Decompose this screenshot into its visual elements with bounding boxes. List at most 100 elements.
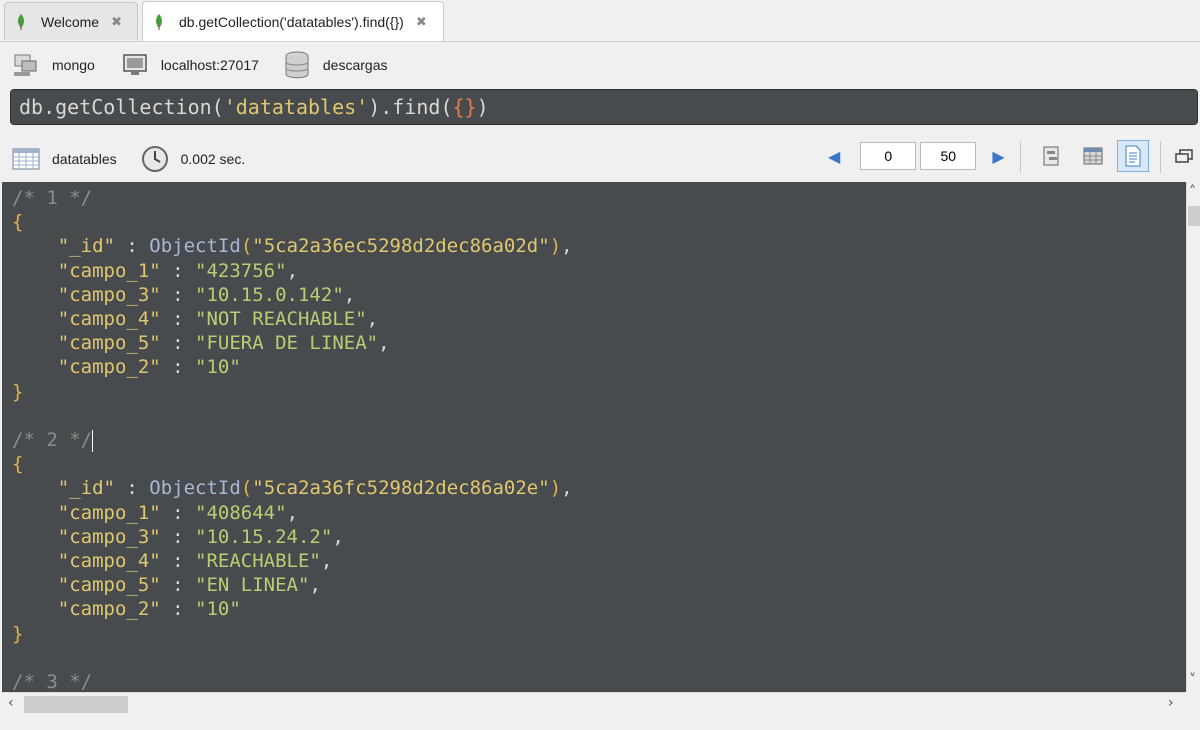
comma: , bbox=[309, 574, 321, 597]
computer-icon bbox=[14, 54, 37, 76]
prev-page-icon[interactable]: ◀ bbox=[828, 147, 840, 166]
restore-window-icon bbox=[1175, 149, 1193, 163]
text-view-button[interactable] bbox=[1117, 140, 1149, 172]
key-separator: : bbox=[160, 525, 196, 548]
mongo-leaf-icon bbox=[156, 13, 162, 30]
shell-info: mongo bbox=[12, 52, 95, 78]
field-value: "10.15.24.2" bbox=[195, 525, 333, 548]
shell-label: mongo bbox=[52, 57, 95, 73]
field-value: "EN LINEA" bbox=[195, 574, 310, 597]
objectid-fn: ObjectId bbox=[149, 477, 241, 500]
field-key: "_id" bbox=[57, 477, 115, 500]
paren: ( bbox=[240, 477, 253, 500]
next-page-icon[interactable]: ▶ bbox=[992, 147, 1004, 166]
key-separator: : bbox=[160, 574, 196, 597]
field-value: "10.15.0.142" bbox=[195, 283, 344, 306]
vertical-scroll-thumb[interactable] bbox=[1188, 206, 1200, 226]
status-bar bbox=[0, 716, 1200, 730]
text-view-icon bbox=[1125, 145, 1141, 167]
table-icon bbox=[12, 148, 40, 170]
tab-query[interactable]: db.getCollection('datatables').find({}) … bbox=[142, 1, 444, 41]
query-editor[interactable]: db.getCollection('datatables').find({}) bbox=[10, 89, 1198, 125]
field-key: "campo_1" bbox=[57, 259, 161, 282]
results-info: datatables 0.002 sec. bbox=[12, 145, 245, 173]
scroll-right-icon[interactable]: › bbox=[1168, 695, 1174, 711]
field-value: "408644" bbox=[195, 501, 287, 524]
scroll-down-icon[interactable]: ˅ bbox=[1189, 672, 1196, 688]
query-suffix: ) bbox=[476, 95, 489, 119]
field-key: "campo_5" bbox=[57, 332, 161, 355]
field-value: "10" bbox=[195, 598, 241, 621]
table-view-icon bbox=[1083, 147, 1103, 165]
connection-bar: mongo localhost:27017 descargas bbox=[0, 42, 1200, 88]
field-key: "campo_3" bbox=[57, 525, 161, 548]
field-value: "5ca2a36ec5298d2dec86a02d" bbox=[252, 235, 550, 258]
key-separator: : bbox=[114, 477, 150, 500]
tab-welcome-label: Welcome bbox=[41, 13, 100, 30]
field-key: "campo_5" bbox=[57, 574, 161, 597]
close-icon[interactable]: ✖ bbox=[416, 14, 427, 30]
field-value: "423756" bbox=[195, 259, 287, 282]
horizontal-scrollbar[interactable]: ‹ › bbox=[2, 692, 1186, 716]
key-separator: : bbox=[114, 235, 150, 258]
server-label: localhost:27017 bbox=[160, 57, 259, 73]
scroll-left-icon[interactable]: ‹ bbox=[8, 695, 14, 711]
paren: ) bbox=[549, 235, 562, 258]
tab-bar: Welcome ✖ db.getCollection('datatables')… bbox=[0, 0, 1200, 42]
comma: , bbox=[561, 235, 573, 258]
key-separator: : bbox=[160, 356, 196, 379]
open-brace: { bbox=[12, 453, 24, 476]
field-key: "_id" bbox=[57, 235, 115, 258]
table-view-button[interactable] bbox=[1077, 140, 1109, 172]
field-value: "NOT REACHABLE" bbox=[195, 308, 367, 331]
close-brace: } bbox=[12, 380, 24, 403]
paren: ) bbox=[549, 477, 562, 500]
query-prefix: db.getCollection( bbox=[19, 95, 224, 119]
results-code: /* 1 */ { "_id" : ObjectId( "5ca2a36ec529… bbox=[12, 186, 573, 692]
query-collection-arg: 'datatables' bbox=[223, 95, 369, 119]
pagination: ◀ ▶ bbox=[828, 142, 1005, 170]
field-key: "campo_4" bbox=[57, 308, 161, 331]
comma: , bbox=[366, 308, 379, 331]
doc-comment: /* 2 */ bbox=[12, 429, 93, 452]
collection-label: datatables bbox=[52, 151, 117, 167]
tab-welcome[interactable]: Welcome ✖ bbox=[4, 2, 138, 40]
horizontal-scroll-thumb[interactable] bbox=[24, 696, 128, 713]
skip-input[interactable] bbox=[860, 142, 917, 170]
field-key: "campo_1" bbox=[57, 501, 161, 524]
key-separator: : bbox=[160, 308, 196, 331]
maximize-button[interactable] bbox=[1168, 140, 1200, 172]
field-value: "REACHABLE" bbox=[195, 550, 321, 573]
tab-query-label: db.getCollection('datatables').find({}) bbox=[179, 13, 404, 30]
comma: , bbox=[332, 525, 344, 548]
comma: , bbox=[286, 259, 299, 282]
comma: , bbox=[343, 283, 356, 306]
doc-comment: /* 3 */ bbox=[12, 671, 93, 692]
key-separator: : bbox=[160, 332, 196, 355]
results-text-view[interactable]: /* 1 */ { "_id" : ObjectId( "5ca2a36ec529… bbox=[2, 182, 1186, 692]
close-brace: } bbox=[12, 622, 24, 645]
field-key: "campo_3" bbox=[57, 283, 161, 306]
query-time: 0.002 sec. bbox=[180, 151, 246, 167]
doc-comment: /* 1 */ bbox=[12, 187, 93, 209]
tree-view-icon bbox=[1043, 146, 1059, 166]
comma: , bbox=[320, 550, 333, 573]
field-value: "FUERA DE LINEA" bbox=[195, 332, 379, 355]
scroll-up-icon[interactable]: ˄ bbox=[1189, 184, 1196, 200]
text-cursor bbox=[92, 429, 94, 452]
field-value: "5ca2a36fc5298d2dec86a02e" bbox=[252, 477, 550, 500]
key-separator: : bbox=[160, 598, 196, 621]
mongo-leaf-icon bbox=[18, 13, 24, 30]
key-separator: : bbox=[160, 550, 196, 573]
server-info: localhost:27017 bbox=[123, 53, 259, 77]
key-separator: : bbox=[160, 501, 196, 524]
limit-input[interactable] bbox=[920, 142, 977, 170]
open-brace: { bbox=[12, 211, 24, 234]
field-key: "campo_2" bbox=[57, 598, 161, 621]
vertical-scrollbar[interactable]: ˄ ˅ bbox=[1186, 182, 1200, 692]
monitor-icon bbox=[123, 54, 147, 75]
comma: , bbox=[378, 332, 390, 355]
close-icon[interactable]: ✖ bbox=[111, 14, 122, 30]
tree-view-button[interactable] bbox=[1036, 140, 1068, 172]
toolbar-separator bbox=[1020, 141, 1021, 173]
